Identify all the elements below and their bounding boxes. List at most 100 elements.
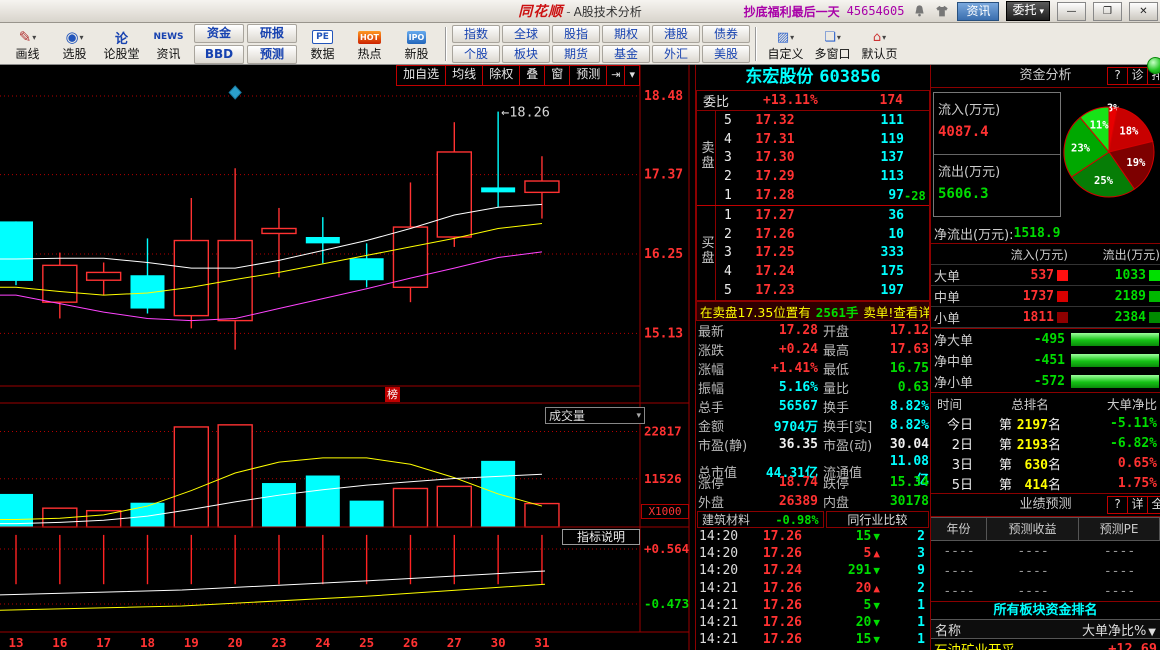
order-volume: 36 xyxy=(808,208,904,223)
field-label: 市盈(静) xyxy=(698,435,760,454)
toolbar-small-button[interactable]: 研报 xyxy=(247,24,297,43)
field-value: 17.28 xyxy=(760,323,818,338)
inflow-swatch xyxy=(1057,291,1068,302)
order-flow-table: 大单5371033中单17372189小单18112384 xyxy=(931,265,1160,329)
toolbar-label: 论股堂 xyxy=(98,48,145,61)
tick-volume: 5▲ xyxy=(802,546,880,561)
market-nav-button[interactable]: 股指 xyxy=(552,25,600,43)
toolbar-pencil-button[interactable]: ✎▾画线 xyxy=(4,26,51,61)
svg-text:11526: 11526 xyxy=(644,471,682,486)
market-nav-button[interactable]: 债券 xyxy=(702,25,750,43)
chart-tool-button[interactable]: 预测 xyxy=(569,66,606,85)
net-order-bar xyxy=(1071,375,1159,388)
svg-text:+0.564: +0.564 xyxy=(644,541,689,556)
sector-sort-column[interactable]: 大单净比%▼ xyxy=(1082,620,1156,639)
sector-row[interactable]: 石油矿业开采+12.69 xyxy=(931,639,1160,650)
down-arrow-icon: ▼ xyxy=(873,633,880,646)
field-value: 5.16% xyxy=(760,380,818,395)
sell-row: 117.2897-28 xyxy=(716,186,929,205)
shirt-icon[interactable] xyxy=(934,3,950,19)
tick-row: 14:2017.24291▼9 xyxy=(696,562,930,579)
panel-button[interactable]: ? xyxy=(1107,67,1128,85)
market-nav-button[interactable]: 指数 xyxy=(452,25,500,43)
toolbar-small-button[interactable]: BBD xyxy=(194,45,244,64)
tick-count: 2 xyxy=(880,581,930,596)
chart-tool-button[interactable]: 均线 xyxy=(445,66,482,85)
toolbar-ipo-button[interactable]: IPO新股 xyxy=(393,26,440,61)
order-volume: 175 xyxy=(808,264,904,279)
chart-tool-button[interactable]: 加自选 xyxy=(397,66,445,85)
bang-tab[interactable]: 榜 xyxy=(385,387,400,402)
news-button[interactable]: 资讯 xyxy=(957,2,999,21)
tick-time: 14:20 xyxy=(696,529,742,544)
quote-fields: 最新17.28开盘17.12涨跌+0.24最高17.63涨幅+1.41%最低16… xyxy=(696,321,930,511)
level-number: 4 xyxy=(716,264,742,279)
promo-link[interactable]: 抄底福利最后一天 xyxy=(744,3,840,20)
level-number: 3 xyxy=(716,150,742,165)
svg-text:16: 16 xyxy=(52,635,67,650)
trade-button[interactable]: 委托▾ xyxy=(1006,1,1050,21)
toolbar-radar-button[interactable]: ◉▾选股 xyxy=(51,26,98,61)
main-area: 18.4817.3716.2515.132281711526+0.564-0.4… xyxy=(0,65,1160,650)
market-nav-button[interactable]: 期权 xyxy=(602,25,650,43)
kline-chart: 18.4817.3716.2515.132281711526+0.564-0.4… xyxy=(0,65,695,650)
market-nav-button[interactable]: 港股 xyxy=(652,25,700,43)
market-nav-button[interactable]: 板块 xyxy=(502,45,550,63)
toolbar-news-button[interactable]: NEWS资讯 xyxy=(145,26,192,61)
field-value: 30.04 xyxy=(886,437,929,452)
svg-text:16.25: 16.25 xyxy=(644,247,683,262)
forecast-cell: ---- xyxy=(931,544,987,559)
panel-button[interactable]: ? xyxy=(1107,496,1128,514)
toolbar-label: 默认页 xyxy=(856,48,903,61)
market-nav-button[interactable]: 个股 xyxy=(452,45,500,63)
chevron-down-icon: ▾ xyxy=(790,33,794,42)
tick-price: 17.26 xyxy=(742,615,802,630)
toolbar-small-button[interactable]: 资金 xyxy=(194,24,244,43)
order-flow-row: 小单18112384 xyxy=(931,307,1160,328)
forecast-column-headers: 年份预测收益预测PE xyxy=(931,517,1160,541)
indicator-help-button[interactable]: 指标说明 xyxy=(562,529,640,545)
rank-ratio: -5.11% xyxy=(1077,416,1159,431)
field-value: 9704万 xyxy=(760,416,818,435)
close-button[interactable]: ✕ xyxy=(1129,2,1158,21)
chart-tool-button[interactable]: 除权 xyxy=(482,66,519,85)
chart-tool-button[interactable]: 窗 xyxy=(544,66,569,85)
forecast-row: ------------ xyxy=(931,581,1160,601)
volume-indicator-selector[interactable]: 成交量▾ xyxy=(545,407,645,424)
market-nav-button[interactable]: 美股 xyxy=(702,45,750,63)
chart-dropdown-icon[interactable]: ▾ xyxy=(624,66,639,85)
panel-button[interactable]: 全 xyxy=(1147,496,1160,514)
toolbar-custom-button[interactable]: ▨▾自定义 xyxy=(762,26,809,61)
panel-button[interactable]: 详 xyxy=(1127,496,1148,514)
quote-field-row: 涨停18.74跌停15.34 xyxy=(696,473,930,492)
restore-button[interactable]: ❐ xyxy=(1093,2,1122,21)
chart-tool-button[interactable]: 叠 xyxy=(519,66,544,85)
market-nav-button[interactable]: 基金 xyxy=(602,45,650,63)
toolbar-pe-button[interactable]: PE数据 xyxy=(299,26,346,61)
market-nav-button[interactable]: 全球 xyxy=(502,25,550,43)
toolbar-label: 新股 xyxy=(393,48,440,61)
toolbar-multiwin-button[interactable]: ❏▾多窗口 xyxy=(809,26,856,61)
minimize-button[interactable]: — xyxy=(1057,2,1086,21)
toolbar-small-button[interactable]: 预测 xyxy=(247,45,297,64)
toolbar-home-button[interactable]: ⌂▾默认页 xyxy=(856,26,903,61)
toolbar-label: 多窗口 xyxy=(809,48,856,61)
toolbar-txt-button[interactable]: 论论股堂 xyxy=(98,26,145,61)
industry-compare-tab[interactable]: 同行业比较 xyxy=(826,511,929,528)
panel-button[interactable]: 诊 xyxy=(1127,67,1148,85)
market-nav-button[interactable]: 外汇 xyxy=(652,45,700,63)
order-alert[interactable]: 在卖盘17.35位置有 2561手 卖单!查看详细 xyxy=(696,301,930,321)
float-ball[interactable] xyxy=(1147,57,1160,74)
bell-icon[interactable] xyxy=(911,3,927,19)
market-nav-button[interactable]: 期货 xyxy=(552,45,600,63)
account-number: 45654605 xyxy=(847,4,905,18)
industry-row: 建筑材料 -0.98% 同行业比较 xyxy=(696,511,930,528)
industry-tab[interactable]: 建筑材料 -0.98% xyxy=(697,511,824,528)
outflow-amount: 1033 xyxy=(1115,268,1146,283)
forecast-header-buttons: ?详全 xyxy=(1108,496,1160,514)
alert-text: 在卖盘17.35位置有 xyxy=(700,302,811,321)
fund-flow-section: 流入(万元) 4087.4 流出(万元) 5606.3 3%18%19%25%2… xyxy=(931,88,1160,223)
toolbar-hot-button[interactable]: HOT热点 xyxy=(346,26,393,61)
chart-next-icon[interactable]: ⇥ xyxy=(606,66,624,85)
window-title-text: A股技术分析 xyxy=(574,5,642,19)
